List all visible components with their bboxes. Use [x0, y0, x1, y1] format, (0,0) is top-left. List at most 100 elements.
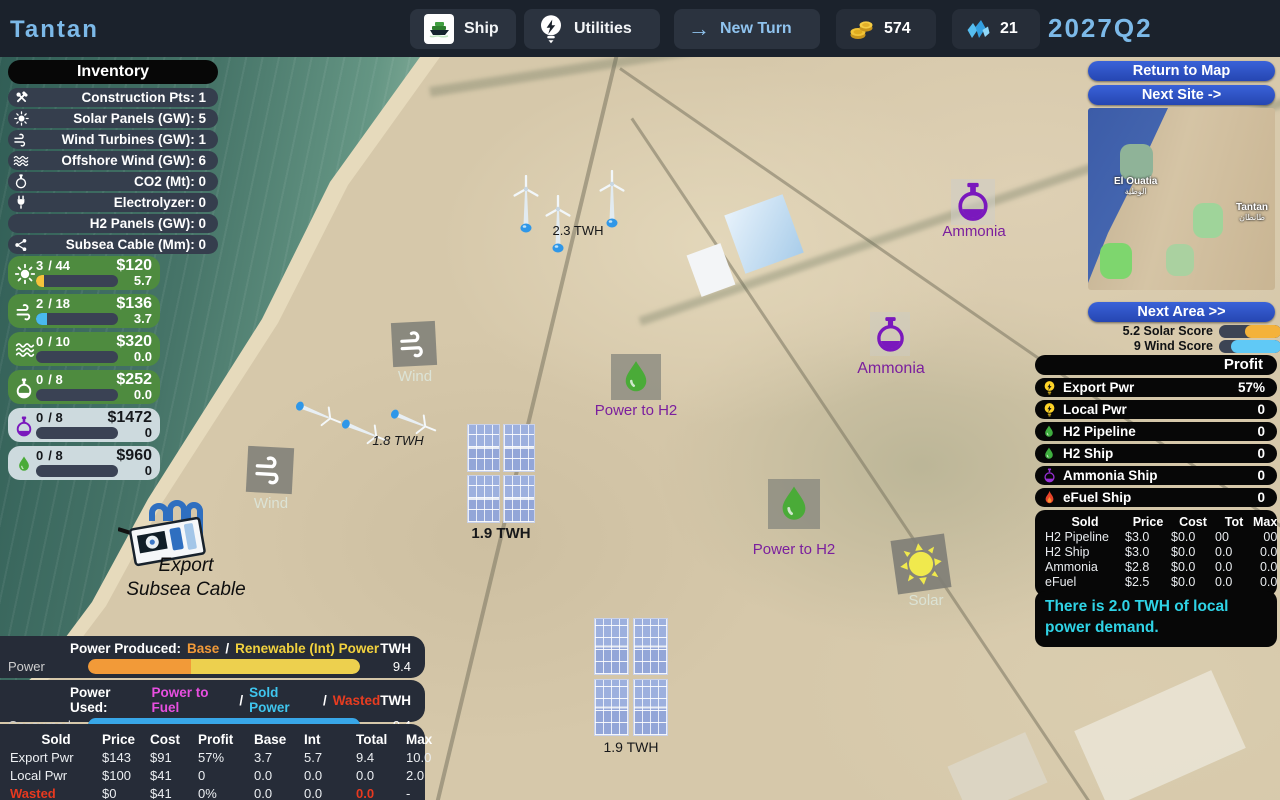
resource-bar — [36, 275, 118, 287]
table-cell: 57% — [198, 750, 254, 765]
power-to-h2-marker[interactable] — [611, 354, 661, 400]
next-area-button[interactable]: Next Area >> — [1088, 302, 1275, 322]
resource-wind[interactable]: 2/ 18$136 3.7 — [8, 294, 160, 328]
column-header: Max — [406, 732, 450, 747]
table-cell: 00 — [1253, 530, 1277, 544]
inventory-item-h2-panels[interactable]: H2 Panels (GW): 0 — [8, 214, 218, 233]
road — [631, 118, 1091, 800]
resource-price: $960 — [116, 447, 152, 465]
inventory-item-construction[interactable]: Construction Pts: 1 — [8, 88, 218, 107]
new-turn-button[interactable]: → New Turn — [674, 9, 820, 49]
profit-row-efuel-ship[interactable]: eFuel Ship 0 — [1035, 488, 1277, 507]
column-header: Sold — [1045, 515, 1125, 529]
return-to-map-button[interactable]: Return to Map — [1088, 61, 1275, 81]
resource-count: 0 — [36, 372, 43, 387]
solar-score-label: 5.2 Solar Score — [1063, 324, 1213, 338]
resource-count: 3 — [36, 258, 43, 273]
resource-h2[interactable]: 0/ 8$960 0 — [8, 446, 160, 480]
solar-farm[interactable] — [467, 424, 535, 523]
wind-icon — [252, 452, 288, 488]
h2-droplet-icon — [15, 454, 33, 474]
minimap-site-blob[interactable] — [1100, 243, 1132, 279]
profit-row-value: 57% — [1238, 380, 1277, 395]
table-cell: $0 — [102, 786, 150, 800]
sold-power-table: Sold Price Cost Profit Base Int Total Ma… — [0, 724, 425, 800]
solar-site-marker[interactable] — [891, 534, 952, 595]
minimap[interactable]: El Ouatiaالوطية Tantanطانطان — [1088, 108, 1275, 290]
inventory-item-label: Wind Turbines (GW): 1 — [34, 132, 218, 147]
column-header: Sold — [10, 732, 102, 747]
table-cell: $2.8 — [1125, 560, 1171, 574]
table-cell: 0.0 — [1215, 560, 1253, 574]
table-cell: Ammonia — [1045, 560, 1125, 574]
wind-turbine-tilted-marker[interactable] — [333, 405, 394, 456]
table-cell: $3.0 — [1125, 530, 1171, 544]
ammonia-marker[interactable] — [951, 179, 995, 225]
gas-counter: 21 — [952, 9, 1040, 49]
profit-row-label: Export Pwr — [1063, 380, 1134, 395]
inventory-item-solar[interactable]: Solar Panels (GW): 5 — [8, 109, 218, 128]
column-header: Tot — [1215, 515, 1253, 529]
resource-bar — [36, 389, 118, 401]
solar-farm[interactable] — [594, 618, 668, 736]
sun-icon — [896, 539, 946, 589]
resource-bar — [36, 427, 118, 439]
table-cell: 0.0 — [254, 786, 304, 800]
resource-h2-flask[interactable]: 0/ 8$252 0.0 — [8, 370, 160, 404]
profit-row-value: 0 — [1257, 424, 1277, 439]
separator: / — [323, 693, 327, 708]
minimap-site-blob[interactable] — [1120, 144, 1153, 180]
profit-row-label: Local Pwr — [1063, 402, 1127, 417]
plug-icon — [8, 195, 34, 210]
minimap-city-label: Tantanطانطان — [1236, 202, 1268, 222]
profit-row-h2-pipeline[interactable]: H2 Pipeline 0 — [1035, 422, 1277, 441]
resource-solar[interactable]: 3/ 44$120 5.7 — [8, 256, 160, 290]
table-cell: 3.7 — [254, 750, 304, 765]
resource-cap: / 8 — [48, 372, 62, 387]
gas-crystal-icon — [965, 16, 991, 42]
profit-row-h2-ship[interactable]: H2 Ship 0 — [1035, 444, 1277, 463]
resource-price: $1472 — [108, 409, 153, 427]
resource-count: 2 — [36, 296, 43, 311]
ammonia-label: Ammonia — [850, 360, 932, 378]
inventory-header: Inventory — [8, 60, 218, 84]
tools-icon — [8, 90, 34, 105]
table-cell: $0.0 — [1171, 560, 1215, 574]
ammonia-marker[interactable] — [870, 312, 910, 356]
table-cell: 0 — [198, 768, 254, 783]
inventory-item-electrolyzer[interactable]: Electrolyzer: 0 — [8, 193, 218, 212]
profit-row-export-pwr[interactable]: Export Pwr 57% — [1035, 378, 1277, 397]
resource-price: $120 — [116, 257, 152, 275]
utilities-button[interactable]: Utilities — [524, 9, 660, 49]
resource-price: $252 — [116, 371, 152, 389]
next-site-button[interactable]: Next Site -> — [1088, 85, 1275, 105]
inventory-item-label: Electrolyzer: 0 — [34, 195, 218, 210]
inventory-item-label: H2 Panels (GW): 0 — [34, 216, 218, 231]
minimap-site-blob[interactable] — [1166, 244, 1194, 276]
table-cell: 0.0 — [1253, 560, 1277, 574]
sold-power-legend: Sold Power — [249, 685, 317, 715]
separator: / — [225, 641, 229, 656]
profit-row-ammonia-ship[interactable]: Ammonia Ship 0 — [1035, 466, 1277, 485]
inventory-item-offshore-wind[interactable]: Offshore Wind (GW): 6 — [8, 151, 218, 170]
table-cell: $0.0 — [1171, 530, 1215, 544]
table-cell: 10.0 — [406, 750, 450, 765]
inventory-item-co2[interactable]: CO2 (Mt): 0 — [8, 172, 218, 191]
resource-ammonia[interactable]: 0/ 8$1472 0 — [8, 408, 160, 442]
ship-button[interactable]: Ship — [410, 9, 516, 49]
profit-row-local-pwr[interactable]: Local Pwr 0 — [1035, 400, 1277, 419]
table-cell: $3.0 — [1125, 545, 1171, 559]
wind-site-marker[interactable] — [391, 321, 437, 367]
table-cell: 0.0 — [254, 768, 304, 783]
wind-score-label: 9 Wind Score — [1063, 339, 1213, 353]
resource-cap: / 44 — [48, 258, 70, 273]
resource-cap: / 8 — [48, 410, 62, 425]
inventory-item-subsea-cable[interactable]: Subsea Cable (Mm): 0 — [8, 235, 218, 254]
minimap-site-blob[interactable] — [1193, 203, 1223, 238]
inventory-item-wind[interactable]: Wind Turbines (GW): 1 — [8, 130, 218, 149]
export-label: Export — [138, 555, 234, 577]
ship-button-label: Ship — [464, 20, 499, 38]
wind-site-marker[interactable] — [246, 446, 294, 494]
power-to-h2-marker[interactable] — [768, 479, 820, 529]
resource-offshore-wind[interactable]: 0/ 10$320 0.0 — [8, 332, 160, 366]
